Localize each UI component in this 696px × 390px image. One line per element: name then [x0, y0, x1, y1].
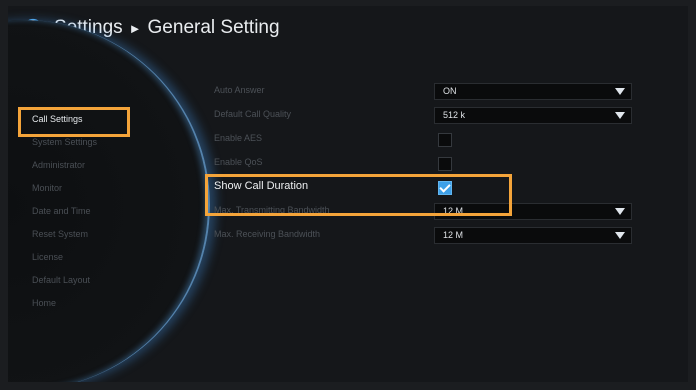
max-receiving-bandwidth-select[interactable]: 12 M: [434, 227, 632, 244]
sidebar-item-default-layout[interactable]: Default Layout: [18, 269, 158, 292]
row-enable-aes: Enable AES: [204, 128, 688, 152]
default-call-quality-value: 512 k: [443, 110, 466, 120]
highlight-call-settings: [18, 107, 130, 137]
auto-answer-label: Auto Answer: [214, 85, 265, 95]
row-enable-qos: Enable QoS: [204, 152, 688, 176]
page-subtitle: General Setting: [147, 17, 280, 38]
settings-screen: Settings ► General Setting Call Settings…: [8, 6, 688, 382]
breadcrumb-separator: ►: [128, 20, 142, 36]
enable-aes-label: Enable AES: [214, 133, 263, 143]
enable-qos-checkbox[interactable]: [438, 157, 452, 171]
enable-qos-label: Enable QoS: [214, 157, 263, 167]
sidebar-item-date-and-time[interactable]: Date and Time: [18, 200, 158, 223]
max-receiving-bandwidth-value: 12 M: [443, 230, 464, 240]
settings-form: Auto Answer ON Default Call Quality 512 …: [204, 80, 688, 248]
enable-aes-checkbox[interactable]: [438, 133, 452, 147]
sidebar-item-monitor[interactable]: Monitor: [18, 177, 158, 200]
highlight-show-call-duration: [205, 174, 512, 216]
dropdown-arrow-icon: [615, 88, 625, 95]
sidebar-item-license[interactable]: License: [18, 246, 158, 269]
dropdown-arrow-icon: [615, 112, 625, 119]
row-max-receiving-bandwidth: Max. Receiving Bandwidth 12 M: [204, 224, 688, 248]
auto-answer-select[interactable]: ON: [434, 83, 632, 100]
dropdown-arrow-icon: [615, 208, 625, 215]
row-default-call-quality: Default Call Quality 512 k: [204, 104, 688, 128]
max-receiving-bandwidth-label: Max. Receiving Bandwidth: [214, 229, 321, 239]
sidebar-item-reset-system[interactable]: Reset System: [18, 223, 158, 246]
auto-answer-value: ON: [443, 86, 457, 96]
default-call-quality-select[interactable]: 512 k: [434, 107, 632, 124]
sidebar-item-administrator[interactable]: Administrator: [18, 154, 158, 177]
default-call-quality-label: Default Call Quality: [214, 109, 292, 119]
sidebar-menu: Call Settings System Settings Administra…: [18, 108, 158, 315]
dropdown-arrow-icon: [615, 232, 625, 239]
row-auto-answer: Auto Answer ON: [204, 80, 688, 104]
sidebar-item-home[interactable]: Home: [18, 292, 158, 315]
